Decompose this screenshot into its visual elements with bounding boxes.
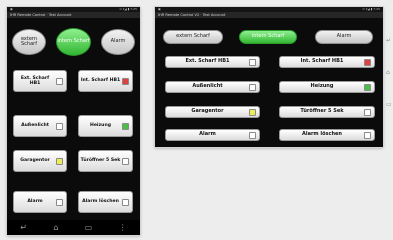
- status-led: [249, 58, 256, 66]
- mode-intern-scharf-button[interactable]: intern Scharf: [239, 30, 297, 44]
- garagentor-button[interactable]: Garagentor: [165, 106, 260, 118]
- alarm-button[interactable]: Alarm: [165, 129, 260, 141]
- status-led: [364, 83, 371, 91]
- mode-intern-scharf-button[interactable]: intern Scharf: [56, 28, 91, 56]
- alarm-loeschen-button[interactable]: Alarm löschen: [78, 191, 133, 213]
- aussenlicht-button[interactable]: Außenlicht: [165, 81, 260, 93]
- home-icon[interactable]: ⌂: [53, 223, 58, 232]
- app-title-bar: IHR Remote Control · Test Account: [7, 12, 140, 18]
- status-led: [56, 122, 63, 130]
- aussenlicht-button[interactable]: Außenlicht: [13, 115, 67, 137]
- tueroeffner-button[interactable]: Türöffner 5 Sek: [78, 150, 133, 172]
- mode-alarm-button[interactable]: Alarm: [315, 30, 373, 44]
- ext-scharf-hb1-button[interactable]: Ext. Scharf HB1: [165, 56, 260, 68]
- status-led: [364, 58, 371, 66]
- garagentor-button[interactable]: Garagentor: [13, 150, 67, 172]
- status-led: [122, 157, 129, 165]
- status-led: [364, 131, 371, 139]
- mode-extern-scharf-button[interactable]: extern Scharf: [163, 30, 223, 44]
- navigation-bar: ↵ ⌂ ▭ ⋮: [7, 220, 140, 235]
- ext-scharf-hb1-button[interactable]: Ext. Scharf HB1: [13, 70, 67, 92]
- home-icon[interactable]: ⌂: [386, 69, 392, 76]
- status-right: ⊙ ▾◢ ▮ 7:25: [119, 7, 137, 11]
- status-led: [364, 108, 371, 116]
- status-led: [249, 108, 256, 116]
- status-led: [249, 131, 256, 139]
- mode-alarm-button[interactable]: Alarm: [101, 29, 135, 55]
- status-led: [249, 83, 256, 91]
- back-icon[interactable]: ↵: [386, 37, 392, 44]
- alarm-button[interactable]: Alarm: [13, 191, 67, 213]
- status-led: [56, 198, 63, 206]
- int-scharf-hb1-button[interactable]: Int. Scharf HB1: [78, 70, 133, 92]
- landscape-phone: ▣ ⊙ ▾◢ ▮ 7:25 IHR Remote Control V2 · Te…: [155, 7, 392, 147]
- back-icon[interactable]: ↵: [20, 223, 27, 232]
- alarm-loeschen-button[interactable]: Alarm löschen: [279, 129, 375, 141]
- status-led: [56, 77, 63, 85]
- app-title-bar: IHR Remote Control V2 · Test Account: [155, 12, 383, 18]
- status-led: [122, 77, 129, 85]
- mode-extern-scharf-button[interactable]: extern Scharf: [12, 29, 46, 55]
- status-led: [56, 157, 63, 165]
- portrait-phone: ▣ ⊙ ▾◢ ▮ 7:25 IHR Remote Control · Test …: [7, 7, 140, 235]
- int-scharf-hb1-button[interactable]: Int. Scharf HB1: [279, 56, 375, 68]
- tueroeffner-button[interactable]: Türöffner 5 Sek: [279, 106, 375, 118]
- status-right: ⊙ ▾◢ ▮ 7:25: [362, 7, 380, 11]
- heizung-button[interactable]: Heizung: [279, 81, 375, 93]
- status-led: [122, 122, 129, 130]
- heizung-button[interactable]: Heizung: [78, 115, 133, 137]
- recents-icon[interactable]: ▭: [85, 223, 93, 232]
- status-led: [122, 198, 129, 206]
- menu-icon[interactable]: ⋮: [119, 223, 127, 232]
- recents-icon[interactable]: ▭: [386, 101, 392, 108]
